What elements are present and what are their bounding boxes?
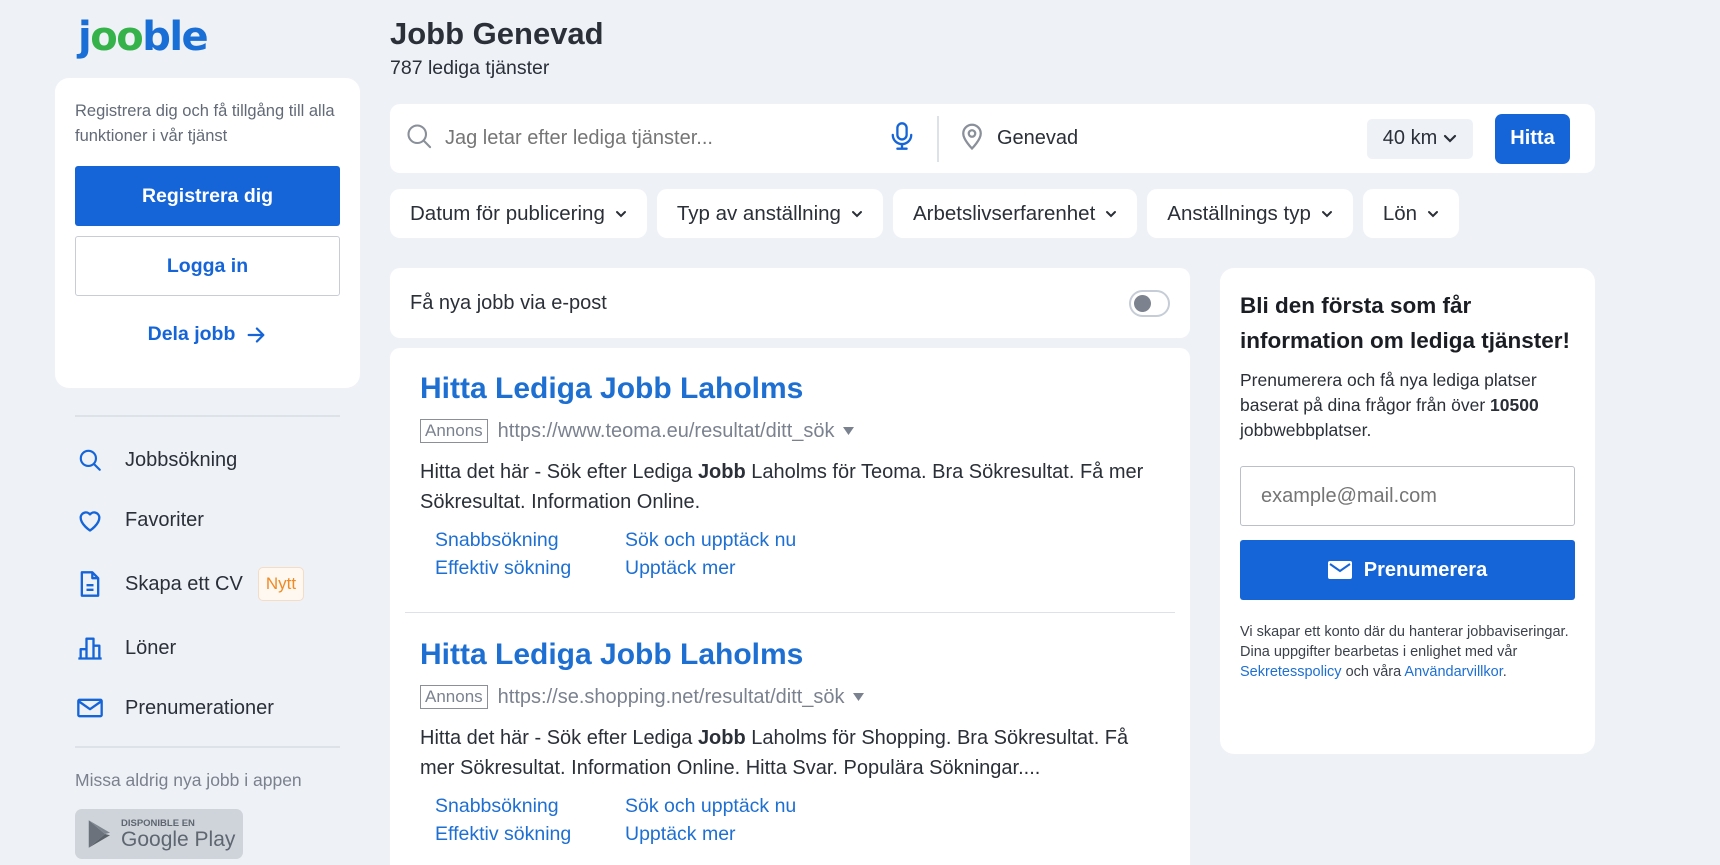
app-promo-text: Missa aldrig nya jobb i appen xyxy=(75,770,302,790)
filter-bar: Datum för publicering Typ av anställning… xyxy=(390,189,1460,238)
chevron-down-icon xyxy=(851,210,862,217)
ad-sitelink[interactable]: Upptäck mer xyxy=(625,557,815,580)
sidebar-item-label: Skapa ett CV xyxy=(125,572,243,595)
sidebar-nav: Jobbsökning Favoriter Skapa ett CV Nytt … xyxy=(75,430,340,738)
arrow-right-icon xyxy=(247,326,265,343)
ad-sitelinks: Snabbsökning Sök och upptäck nu Effektiv… xyxy=(435,529,1160,580)
ad-sitelink[interactable]: Snabbsökning xyxy=(435,529,625,552)
subscribe-email-input[interactable] xyxy=(1240,466,1575,526)
ad-sitelink[interactable]: Effektiv sökning xyxy=(435,823,625,846)
terms-link[interactable]: Användarvillkor xyxy=(1404,664,1502,680)
search-icon xyxy=(75,445,105,475)
search-input[interactable] xyxy=(445,127,885,150)
google-play-icon xyxy=(88,820,110,848)
google-play-small-text: DISPONIBLE EN xyxy=(121,817,195,829)
result-divider xyxy=(405,612,1175,613)
microphone-icon[interactable] xyxy=(889,121,919,156)
sidebar-item-job-search[interactable]: Jobbsökning xyxy=(75,430,340,490)
ad-result: Hitta Lediga Jobb Laholms Annons https:/… xyxy=(390,638,1190,846)
email-alert-label: Få nya jobb via e-post xyxy=(410,291,607,314)
ad-title-link[interactable]: Hitta Lediga Jobb Laholms xyxy=(420,372,1160,406)
caret-down-icon[interactable] xyxy=(842,427,854,435)
register-card: Registrera dig och få tillgång till alla… xyxy=(55,78,360,388)
filter-label: Typ av anställning xyxy=(676,201,841,225)
sidebar-item-label: Löner xyxy=(125,636,177,659)
sidebar-item-subscriptions[interactable]: Prenumerationer xyxy=(75,678,340,738)
subscribe-legal-text: Vi skapar ett konto där du hanterar jobb… xyxy=(1240,624,1569,680)
google-play-big-text: Google Play xyxy=(121,827,236,851)
location-input[interactable] xyxy=(997,127,1367,150)
filter-salary[interactable]: Lön xyxy=(1362,189,1460,238)
register-text: Registrera dig och få tillgång till alla… xyxy=(75,102,335,145)
ad-badge: Annons xyxy=(420,419,488,443)
chevron-down-icon xyxy=(1444,134,1457,143)
email-alert-toggle[interactable] xyxy=(1129,289,1170,317)
search-divider xyxy=(937,115,939,162)
mail-icon xyxy=(75,693,105,723)
ad-sitelink[interactable]: Sök och upptäck nu xyxy=(625,795,815,818)
email-alert-box: Få nya jobb via e-post xyxy=(390,268,1190,338)
envelope-icon xyxy=(1327,561,1352,579)
filter-label: Lön xyxy=(1382,201,1418,225)
ad-sitelinks: Snabbsökning Sök och upptäck nu Effektiv… xyxy=(435,795,1160,846)
job-count: 787 lediga tjänster xyxy=(390,57,550,79)
share-jobs-link[interactable]: Dela jobb xyxy=(75,323,340,346)
register-button[interactable]: Registrera dig xyxy=(75,166,340,226)
subscribe-title: Bli den första som får information om le… xyxy=(1240,293,1571,353)
chevron-down-icon xyxy=(1428,210,1439,217)
search-bar: 40 km Hitta xyxy=(390,104,1595,173)
ad-badge: Annons xyxy=(420,685,488,709)
document-icon xyxy=(75,569,105,599)
filter-position-type[interactable]: Anställnings typ xyxy=(1147,189,1353,238)
ad-sitelink[interactable]: Sök och upptäck nu xyxy=(625,529,815,552)
subscribe-card: Bli den första som får information om le… xyxy=(1220,268,1595,754)
ad-url[interactable]: https://www.teoma.eu/resultat/ditt_sök xyxy=(498,420,835,443)
bar-chart-icon xyxy=(75,633,105,663)
new-badge: Nytt xyxy=(257,567,305,601)
filter-label: Anställnings typ xyxy=(1167,201,1311,225)
sidebar-item-label: Jobbsökning xyxy=(125,448,238,471)
subscribe-text: Prenumerera och få nya lediga platser ba… xyxy=(1240,370,1539,440)
chevron-down-icon xyxy=(615,210,626,217)
jooble-logo[interactable]: jooble xyxy=(78,14,209,60)
google-play-button[interactable]: DISPONIBLE EN Google Play xyxy=(75,809,243,859)
ad-sitelink[interactable]: Snabbsökning xyxy=(435,795,625,818)
filter-experience[interactable]: Arbetslivserfarenhet xyxy=(892,189,1138,238)
ad-title-link[interactable]: Hitta Lediga Jobb Laholms xyxy=(420,638,1160,672)
radius-value: 40 km xyxy=(1382,127,1438,149)
sidebar-divider xyxy=(75,746,340,748)
caret-down-icon[interactable] xyxy=(852,693,864,701)
sidebar-item-create-cv[interactable]: Skapa ett CV Nytt xyxy=(75,550,340,618)
find-button[interactable]: Hitta xyxy=(1495,113,1570,164)
results-list: Hitta Lediga Jobb Laholms Annons https:/… xyxy=(390,348,1190,865)
page-title: Jobb Genevad xyxy=(390,16,604,51)
ad-url[interactable]: https://se.shopping.net/resultat/ditt_sö… xyxy=(498,686,845,709)
ad-description: Hitta det här - Sök efter Lediga Jobb La… xyxy=(420,461,1144,513)
filter-employment-type[interactable]: Typ av anställning xyxy=(656,189,883,238)
filter-label: Arbetslivserfarenhet xyxy=(912,201,1096,225)
location-pin-icon xyxy=(959,121,989,156)
share-jobs-label: Dela jobb xyxy=(147,323,236,345)
sidebar-item-favorites[interactable]: Favoriter xyxy=(75,490,340,550)
ad-sitelink[interactable]: Upptäck mer xyxy=(625,823,815,846)
privacy-policy-link[interactable]: Sekretesspolicy xyxy=(1240,664,1342,680)
ad-description: Hitta det här - Sök efter Lediga Jobb La… xyxy=(420,727,1129,779)
filter-label: Datum för publicering xyxy=(410,201,605,225)
radius-select[interactable]: 40 km xyxy=(1367,118,1473,159)
chevron-down-icon xyxy=(1321,210,1332,217)
ad-sitelink[interactable]: Effektiv sökning xyxy=(435,557,625,580)
subscribe-button-label: Prenumerera xyxy=(1363,558,1488,581)
heart-icon xyxy=(75,505,105,535)
subscribe-button[interactable]: Prenumerera xyxy=(1240,540,1575,600)
sidebar-item-label: Favoriter xyxy=(125,508,204,531)
ad-result: Hitta Lediga Jobb Laholms Annons https:/… xyxy=(390,372,1190,580)
chevron-down-icon xyxy=(1106,210,1117,217)
search-icon xyxy=(405,122,435,155)
filter-publish-date[interactable]: Datum för publicering xyxy=(390,189,647,238)
sidebar-item-label: Prenumerationer xyxy=(125,696,274,719)
sidebar-item-salaries[interactable]: Löner xyxy=(75,618,340,678)
login-button[interactable]: Logga in xyxy=(75,236,340,296)
sidebar-divider xyxy=(75,415,340,417)
